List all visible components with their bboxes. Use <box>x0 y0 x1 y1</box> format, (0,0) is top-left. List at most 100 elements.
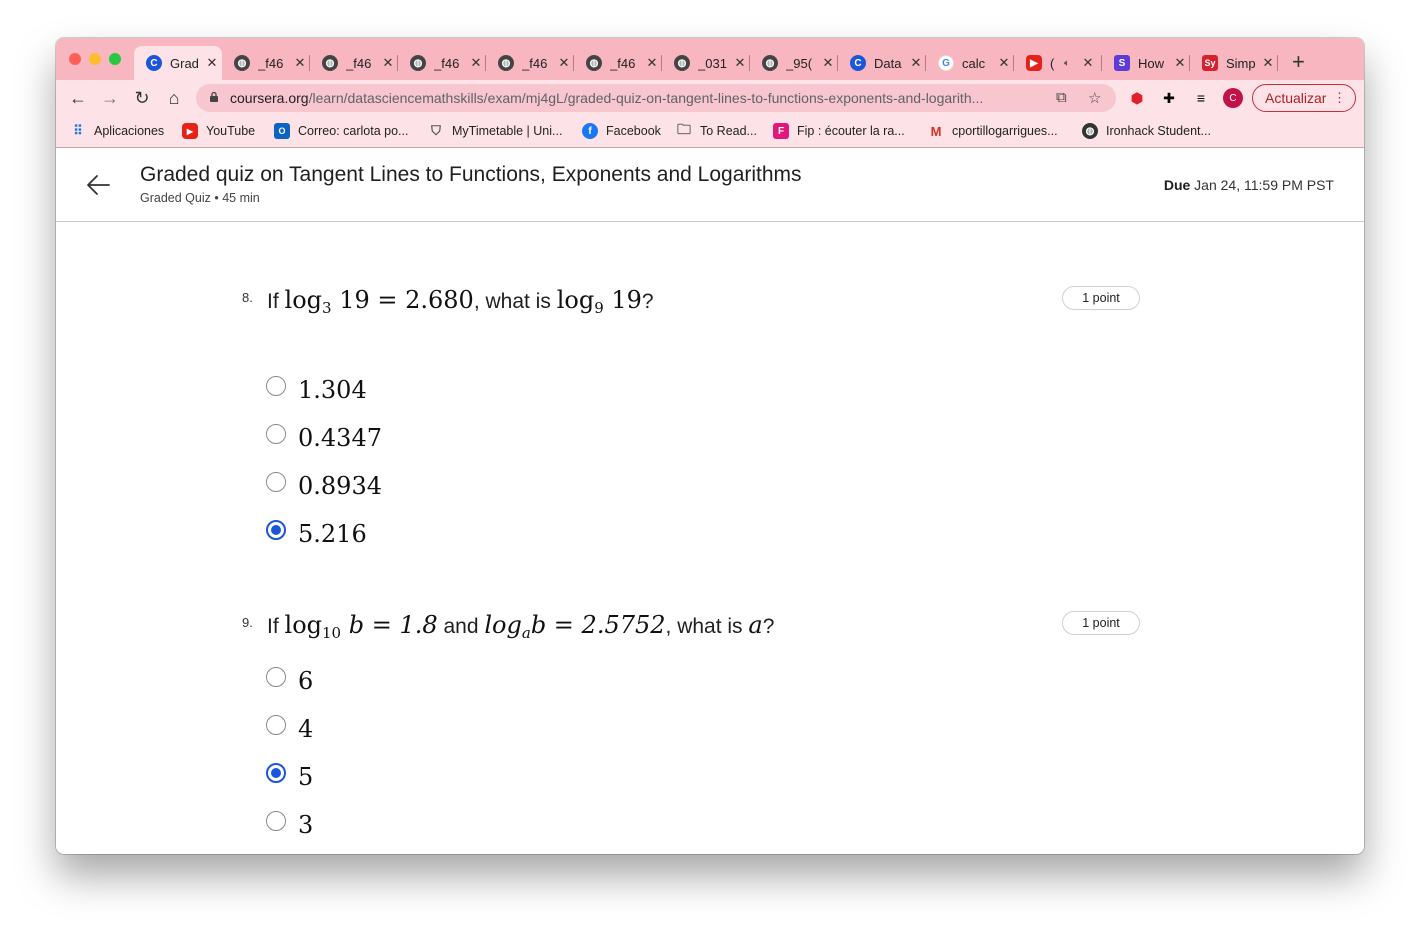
tab-item[interactable]: G calc ✕ <box>926 46 1014 80</box>
option-label: 5 <box>298 763 314 791</box>
math-expression: log9 19 <box>557 286 642 317</box>
radio-button[interactable] <box>266 811 286 831</box>
media-queue-icon[interactable]: ≡ <box>1191 88 1211 108</box>
address-bar[interactable]: coursera.org/learn/datasciencemathskills… <box>196 84 1116 112</box>
sy-icon: Sy <box>1202 55 1218 71</box>
close-window-button[interactable] <box>69 53 81 65</box>
bookmark-ironhack[interactable]: ◍ Ironhack Student... <box>1082 122 1211 140</box>
update-button[interactable]: Actualizar ⋮ <box>1252 84 1356 112</box>
tab-item[interactable]: S How ✕ <box>1102 46 1190 80</box>
close-tab-icon[interactable]: ✕ <box>294 55 306 71</box>
math-expression: a <box>748 611 762 639</box>
math-expression: log3 19 = 2.680 <box>284 286 474 317</box>
answer-option[interactable]: 3 <box>266 804 313 839</box>
radio-button[interactable] <box>266 715 286 735</box>
tab-title: ( <box>1050 55 1055 71</box>
due-label: Due <box>1163 177 1191 193</box>
close-tab-icon[interactable]: ✕ <box>998 55 1010 71</box>
math-log: log <box>284 611 323 639</box>
tab-item[interactable]: ◍ _f46 ✕ <box>574 46 662 80</box>
extensions-icon[interactable]: ✚ <box>1159 88 1179 108</box>
adblock-icon[interactable]: ⬢ <box>1127 88 1147 108</box>
bookmark-mail[interactable]: O Correo: carlota po... <box>274 122 408 140</box>
update-label: Actualizar <box>1265 90 1327 106</box>
close-tab-icon[interactable]: ✕ <box>470 55 482 71</box>
minimize-window-button[interactable] <box>89 53 101 65</box>
close-tab-icon[interactable]: ✕ <box>910 55 922 71</box>
close-tab-icon[interactable]: ✕ <box>1262 55 1274 71</box>
bookmark-youtube[interactable]: ▶ YouTube <box>182 122 255 140</box>
tab-item[interactable]: ◍ _95( ✕ <box>750 46 838 80</box>
globe-icon: ◍ <box>410 55 426 71</box>
answer-option[interactable]: 4 <box>266 708 313 743</box>
answer-option[interactable]: 0.4347 <box>266 417 382 452</box>
maximize-window-button[interactable] <box>109 53 121 65</box>
math-subscript: 10 <box>322 624 342 642</box>
bookmark-apps[interactable]: ⠿ Aplicaciones <box>70 122 164 140</box>
option-label: 0.8934 <box>298 472 382 500</box>
close-tab-icon[interactable]: ✕ <box>382 55 394 71</box>
question-text: If log10 b = 1.8 and logab = 2.5752, wha… <box>267 611 774 642</box>
globe-icon: ◍ <box>498 55 514 71</box>
bookmark-label: Facebook <box>606 124 661 138</box>
bookmark-gmail[interactable]: M cportillogarrigues... <box>928 122 1058 140</box>
close-tab-icon[interactable]: ✕ <box>822 55 834 71</box>
question-prefix: If <box>267 290 279 313</box>
close-tab-icon[interactable]: ✕ <box>206 55 218 71</box>
tab-item[interactable]: Sy Simp ✕ <box>1190 46 1278 80</box>
radio-button-selected[interactable] <box>266 520 286 540</box>
question-suffix: ? <box>762 615 775 638</box>
math-log: log <box>284 286 323 314</box>
tab-item[interactable]: ◍ _031 ✕ <box>662 46 750 80</box>
close-tab-icon[interactable]: ✕ <box>1082 55 1094 71</box>
bookmark-facebook[interactable]: f Facebook <box>582 122 661 140</box>
tab-title: _f46 <box>258 55 284 71</box>
answer-option-selected[interactable]: 5.216 <box>266 513 367 548</box>
globe-icon: ◍ <box>234 55 250 71</box>
radio-button[interactable] <box>266 376 286 396</box>
tab-item[interactable]: ◍ _f46 ✕ <box>398 46 486 80</box>
bookmark-star-icon[interactable]: ☆ <box>1088 89 1101 107</box>
home-icon[interactable]: ⌂ <box>163 87 185 109</box>
close-tab-icon[interactable]: ✕ <box>646 55 658 71</box>
reload-icon[interactable]: ↻ <box>131 87 153 109</box>
bookmark-timetable[interactable]: ⛉ MyTimetable | Uni... <box>428 122 562 140</box>
radio-button[interactable] <box>266 472 286 492</box>
tab-item[interactable]: ▶ ( 🔈︎ ✕ <box>1014 46 1102 80</box>
radio-button[interactable] <box>266 424 286 444</box>
bookmark-fip[interactable]: F Fip : écouter la ra... <box>773 122 905 140</box>
tab-item[interactable]: ◍ _f46 ✕ <box>310 46 398 80</box>
youtube-icon: ▶ <box>182 123 198 139</box>
url-text[interactable]: coursera.org/learn/datasciencemathskills… <box>230 90 1040 106</box>
close-tab-icon[interactable]: ✕ <box>558 55 570 71</box>
tab-item[interactable]: ◍ _f46 ✕ <box>222 46 310 80</box>
profile-avatar[interactable]: C <box>1223 88 1243 108</box>
browser-window: C Grad ✕ ◍ _f46 ✕ ◍ _f46 ✕ ◍ _f46 ✕ ◍ _f… <box>56 38 1364 854</box>
math-log: log <box>484 611 522 639</box>
url-path: /learn/datasciencemathskills/exam/mj4gL/… <box>308 90 984 106</box>
tab-title: _f46 <box>522 55 548 71</box>
bookmark-folder-toread[interactable]: 🗀︎ To Read... <box>676 121 757 140</box>
answer-option[interactable]: 1.304 <box>266 369 367 404</box>
option-label: 5.216 <box>298 520 367 548</box>
back-arrow-icon[interactable]: ← <box>67 87 89 109</box>
radio-button-selected[interactable] <box>266 763 286 783</box>
answer-option[interactable]: 0.8934 <box>266 465 382 500</box>
tab-graded-quiz[interactable]: C Grad ✕ <box>134 46 222 80</box>
radio-button[interactable] <box>266 667 286 687</box>
close-tab-icon[interactable]: ✕ <box>734 55 746 71</box>
translate-icon[interactable]: ⧉ <box>1056 89 1067 106</box>
tab-item[interactable]: C Data ✕ <box>838 46 926 80</box>
new-tab-button[interactable]: + <box>1292 51 1305 73</box>
answer-option[interactable]: 6 <box>266 660 313 695</box>
answer-option-selected[interactable]: 5 <box>266 756 314 791</box>
more-menu-icon[interactable]: ⋮ <box>1333 90 1346 106</box>
url-host: coursera.org <box>230 90 309 106</box>
speaker-icon[interactable]: 🔈︎ <box>1064 58 1070 69</box>
math-expression: logab = 2.5752 <box>484 611 665 642</box>
back-arrow-icon[interactable] <box>84 171 112 199</box>
close-tab-icon[interactable]: ✕ <box>1174 55 1186 71</box>
tab-item[interactable]: ◍ _f46 ✕ <box>486 46 574 80</box>
quiz-header: Graded quiz on Tangent Lines to Function… <box>56 149 1364 222</box>
forward-arrow-icon[interactable]: → <box>99 87 121 109</box>
